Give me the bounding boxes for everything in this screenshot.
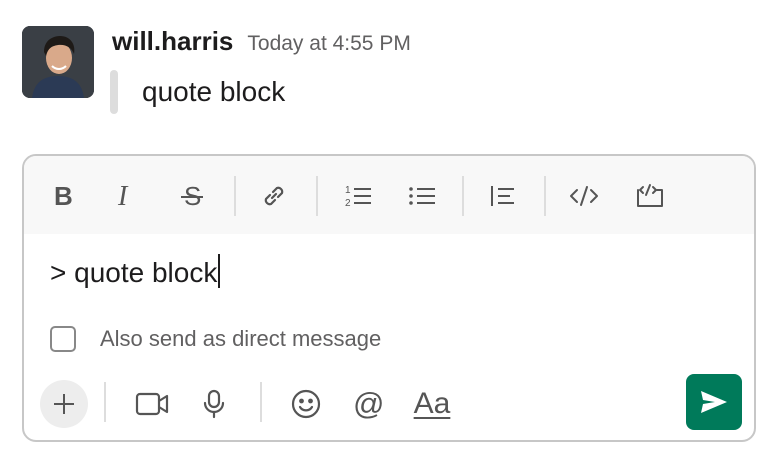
dm-label[interactable]: Also send as direct message <box>100 326 381 352</box>
emoji-icon[interactable] <box>282 380 330 428</box>
video-icon[interactable] <box>128 380 176 428</box>
strikethrough-icon[interactable]: S <box>170 174 214 218</box>
avatar[interactable] <box>22 26 94 98</box>
svg-text:@: @ <box>353 388 384 420</box>
blockquote-icon[interactable] <box>480 174 524 218</box>
quote-bar <box>110 70 118 114</box>
toolbar-divider <box>234 176 236 216</box>
formatting-label: Aa <box>413 387 451 420</box>
svg-text:I: I <box>117 183 129 209</box>
formatting-toolbar: B I S 12 <box>24 156 754 234</box>
formatting-icon[interactable]: Aa <box>408 380 456 428</box>
actions-divider <box>260 382 262 422</box>
bulleted-list-icon[interactable] <box>400 174 444 218</box>
text-caret <box>218 254 221 288</box>
message-input[interactable]: > quote block <box>50 254 730 294</box>
author-name[interactable]: will.harris <box>112 26 233 57</box>
dm-checkbox[interactable] <box>50 326 76 352</box>
svg-text:1: 1 <box>345 185 351 196</box>
toolbar-divider <box>544 176 546 216</box>
toolbar-divider <box>462 176 464 216</box>
send-icon <box>701 391 727 413</box>
mention-icon[interactable]: @ <box>344 380 392 428</box>
code-block-icon[interactable] <box>628 174 672 218</box>
bold-icon[interactable]: B <box>42 174 86 218</box>
message-input-text: > quote block <box>50 257 218 288</box>
italic-icon[interactable]: I <box>104 174 148 218</box>
message-timestamp[interactable]: Today at 4:55 PM <box>247 32 410 56</box>
toolbar-divider <box>316 176 318 216</box>
actions-divider <box>104 382 106 422</box>
plus-icon[interactable] <box>40 380 88 428</box>
ordered-list-icon[interactable]: 12 <box>336 174 380 218</box>
quote-block: quote block <box>110 70 510 114</box>
send-button[interactable] <box>686 374 742 430</box>
link-icon[interactable] <box>252 174 296 218</box>
svg-text:2: 2 <box>345 198 351 209</box>
also-send-dm-option[interactable]: Also send as direct message <box>50 326 381 352</box>
message-composer: B I S 12 > quote block Also send as dire… <box>22 154 756 442</box>
microphone-icon[interactable] <box>190 380 238 428</box>
composer-actions: @ Aa <box>24 370 754 440</box>
quote-text: quote block <box>142 76 286 107</box>
message: will.harris Today at 4:55 PM quote block <box>22 26 762 122</box>
code-icon[interactable] <box>562 174 606 218</box>
svg-text:B: B <box>54 183 73 209</box>
